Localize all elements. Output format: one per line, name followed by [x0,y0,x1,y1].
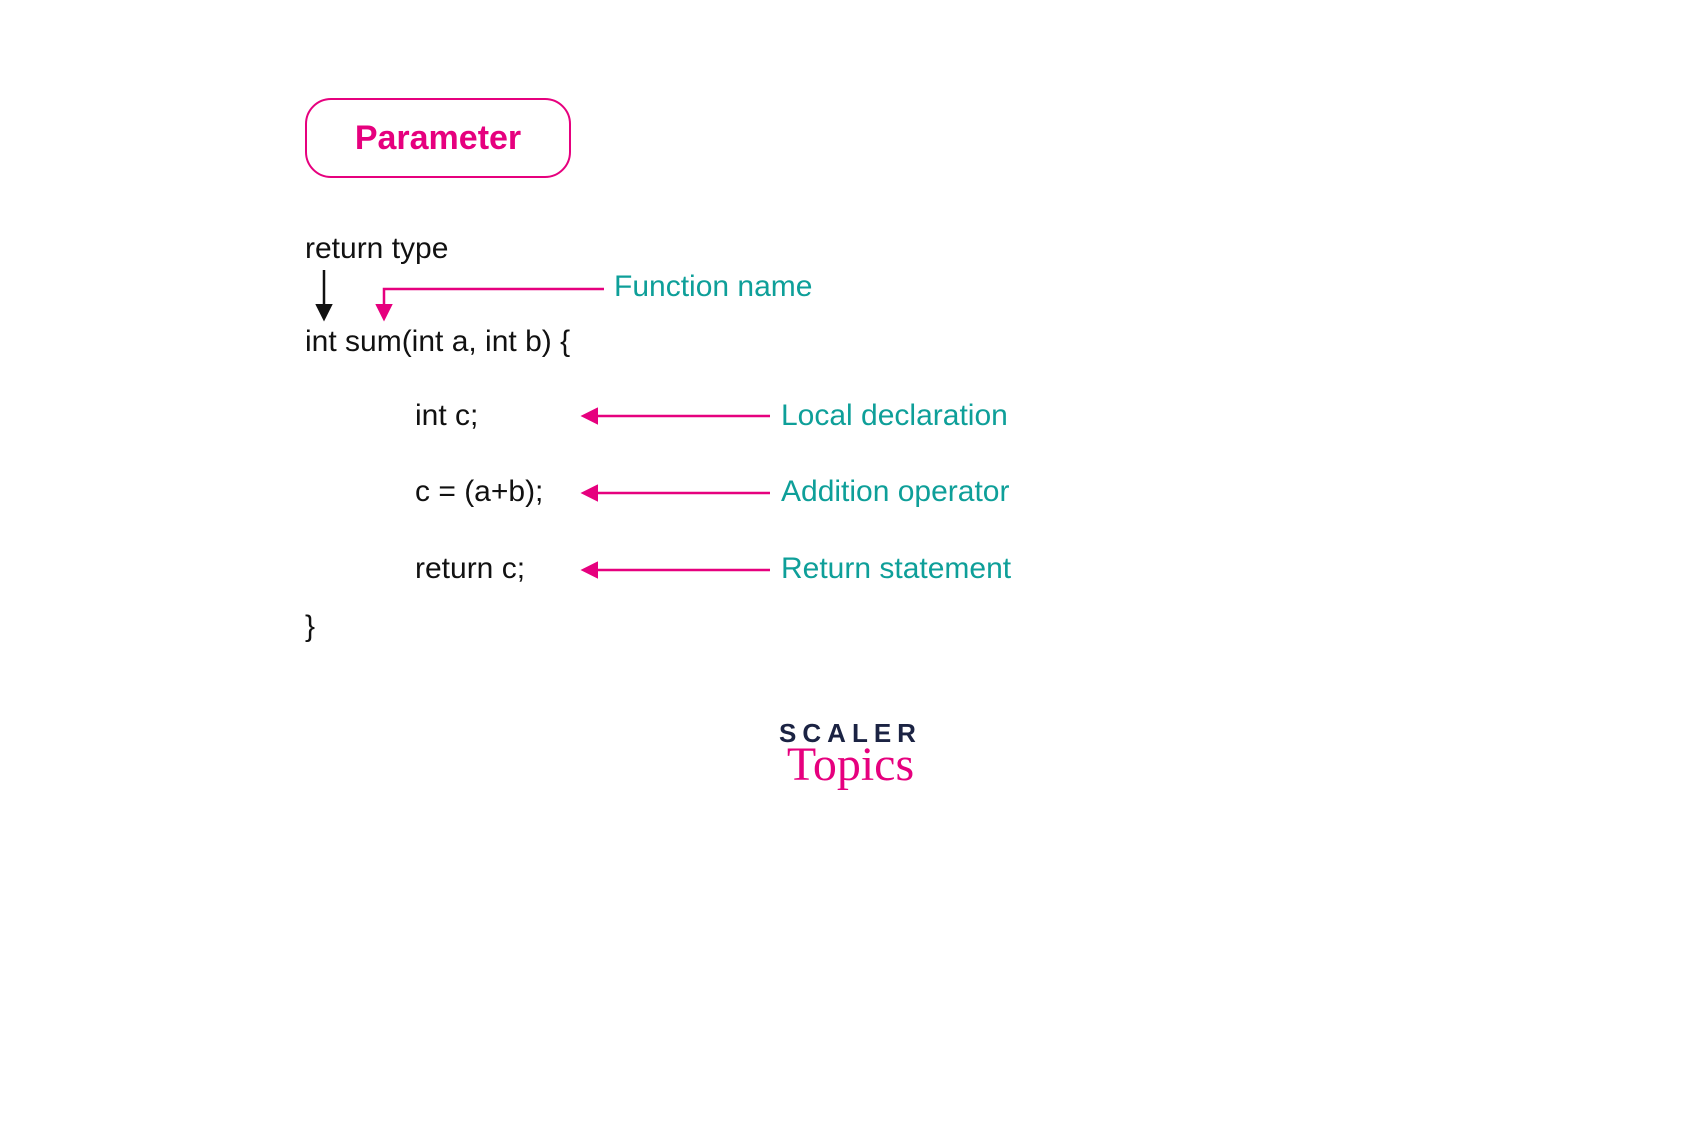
code-signature: int sum(int a, int b) { [305,325,570,359]
label-addition-operator: Addition operator [781,475,1010,509]
label-local-declaration: Local declaration [781,399,1008,433]
logo: SCALER Topics [0,718,1701,786]
return-type-label: return type [305,232,448,266]
parameter-title-text: Parameter [355,119,521,158]
code-local-declaration: int c; [415,399,478,433]
logo-topics-text: Topics [0,743,1701,786]
diagram-stage: Parameter return type int sum(int a, int… [0,0,1701,1130]
label-return-statement: Return statement [781,552,1011,586]
code-close-brace: } [305,610,315,644]
code-addition: c = (a+b); [415,475,543,509]
label-function-name: Function name [614,270,812,304]
arrow-function-name [384,289,604,318]
code-return: return c; [415,552,525,586]
parameter-title-box: Parameter [305,98,571,178]
